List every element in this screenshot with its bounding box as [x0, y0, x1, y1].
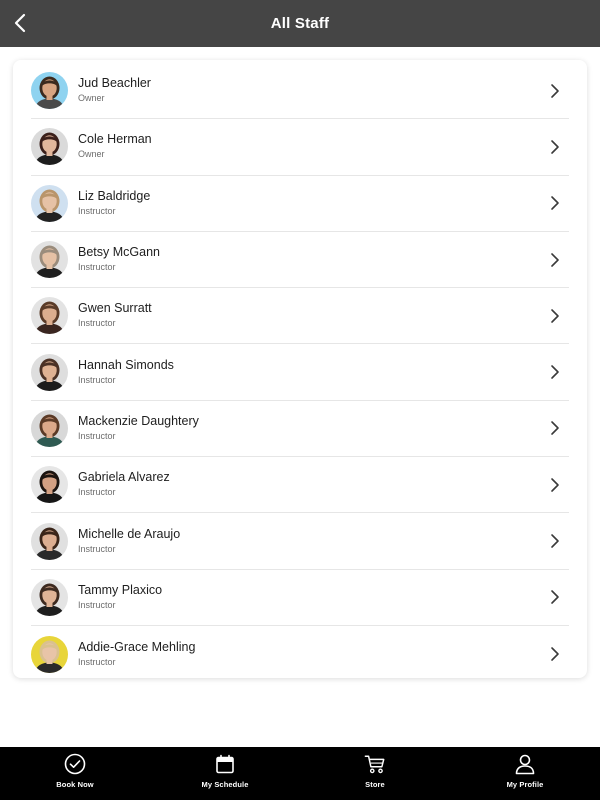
chevron-right-icon: [551, 140, 559, 154]
staff-name: Hannah Simonds: [78, 357, 174, 372]
staff-info: Addie-Grace Mehling Instructor: [78, 640, 195, 669]
staff-row[interactable]: Cole Herman Owner: [31, 119, 569, 176]
tab-label: Book Now: [56, 780, 94, 789]
staff-row[interactable]: Jud Beachler Owner: [31, 63, 569, 120]
staff-info: Jud Beachler Owner: [78, 76, 151, 105]
chevron-right-icon: [551, 534, 559, 548]
staff-role: Instructor: [78, 543, 116, 554]
avatar: [31, 184, 68, 222]
staff-role: Instructor: [78, 656, 116, 667]
avatar: [31, 409, 68, 447]
staff-row[interactable]: Mackenzie Daughtery Instructor: [31, 401, 569, 458]
tab-label: My Profile: [506, 780, 544, 789]
staff-name: Liz Baldridge: [78, 188, 151, 203]
staff-name: Gwen Surratt: [78, 301, 152, 316]
avatar-photo: [31, 184, 68, 222]
staff-role: Owner: [78, 149, 105, 160]
avatar-photo: [31, 466, 68, 504]
page-title: All Staff: [270, 15, 330, 32]
staff-info: Tammy Plaxico Instructor: [78, 583, 162, 612]
avatar: [31, 635, 68, 673]
staff-role: Instructor: [78, 487, 116, 498]
staff-role: Instructor: [78, 262, 116, 273]
staff-info: Gwen Surratt Instructor: [78, 301, 152, 330]
tab-book-now[interactable]: Book Now: [0, 747, 150, 800]
avatar-photo: [31, 409, 68, 447]
chevron-right-icon: [551, 365, 559, 379]
staff-name: Cole Herman: [78, 132, 152, 147]
staff-row[interactable]: Hannah Simonds Instructor: [31, 344, 569, 401]
avatar-photo: [31, 635, 68, 673]
staff-role: Instructor: [78, 430, 116, 441]
staff-name: Addie-Grace Mehling: [78, 639, 196, 654]
avatar: [31, 72, 68, 110]
staff-role: Owner: [78, 93, 105, 104]
calendar-icon: [216, 754, 234, 774]
check-circle-icon: [64, 753, 86, 775]
staff-info: Cole Herman Owner: [78, 132, 152, 161]
chevron-left-icon: [14, 13, 26, 33]
avatar-photo: [31, 578, 68, 616]
avatar: [31, 353, 68, 391]
avatar-photo: [31, 128, 68, 166]
cart-icon: [364, 755, 385, 774]
back-button[interactable]: [6, 9, 34, 37]
staff-info: Gabriela Alvarez Instructor: [78, 470, 170, 499]
tab-label: Store: [365, 780, 385, 789]
bottom-tab-bar: Book Now My Schedule Store My Profile: [0, 747, 600, 800]
staff-info: Betsy McGann Instructor: [78, 245, 160, 274]
tab-my-schedule[interactable]: My Schedule: [150, 747, 300, 800]
staff-name: Jud Beachler: [78, 76, 151, 91]
staff-name: Betsy McGann: [78, 245, 160, 260]
avatar: [31, 128, 68, 166]
chevron-right-icon: [551, 477, 559, 492]
content-area: Jud Beachler Owner Cole Herman Owner Liz Bal…: [0, 47, 600, 747]
avatar-photo: [31, 522, 68, 560]
chevron-right-icon: [551, 309, 559, 323]
avatar: [31, 297, 68, 335]
staff-info: Michelle de Araujo Instructor: [78, 527, 180, 556]
tab-store[interactable]: Store: [300, 747, 450, 800]
staff-name: Gabriela Alvarez: [78, 470, 170, 485]
staff-info: Mackenzie Daughtery Instructor: [78, 414, 199, 443]
avatar-photo: [31, 297, 68, 335]
staff-role: Instructor: [78, 318, 116, 329]
staff-role: Instructor: [78, 205, 116, 216]
staff-info: Hannah Simonds Instructor: [78, 358, 174, 387]
avatar: [31, 522, 68, 560]
staff-list: Jud Beachler Owner Cole Herman Owner Liz Bal…: [13, 60, 587, 678]
tab-label: My Schedule: [201, 780, 249, 789]
staff-role: Instructor: [78, 374, 116, 385]
chevron-right-icon: [551, 590, 559, 605]
staff-name: Tammy Plaxico: [78, 582, 163, 597]
staff-row[interactable]: Gwen Surratt Instructor: [31, 288, 569, 345]
tab-my-profile[interactable]: My Profile: [450, 747, 600, 800]
staff-row[interactable]: Betsy McGann Instructor: [31, 232, 569, 289]
chevron-right-icon: [551, 421, 559, 436]
chevron-right-icon: [551, 252, 559, 267]
staff-row[interactable]: Addie-Grace Mehling Instructor: [31, 626, 569, 682]
avatar-photo: [31, 241, 68, 279]
staff-info: Liz Baldridge Instructor: [78, 189, 150, 218]
staff-role: Instructor: [78, 599, 116, 610]
chevron-right-icon: [551, 647, 559, 661]
chevron-right-icon: [551, 196, 559, 211]
staff-row[interactable]: Gabriela Alvarez Instructor: [31, 457, 569, 514]
avatar: [31, 578, 68, 616]
staff-row[interactable]: Michelle de Araujo Instructor: [31, 513, 569, 570]
top-app-bar: All Staff: [0, 0, 600, 47]
avatar: [31, 241, 68, 279]
person-icon: [515, 754, 535, 775]
staff-row[interactable]: Tammy Plaxico Instructor: [31, 570, 569, 626]
staff-name: Michelle de Araujo: [78, 526, 181, 541]
avatar: [31, 466, 68, 504]
avatar-photo: [31, 72, 68, 110]
staff-row[interactable]: Liz Baldridge Instructor: [31, 176, 569, 232]
avatar-photo: [31, 353, 68, 391]
staff-name: Mackenzie Daughtery: [78, 413, 199, 428]
chevron-right-icon: [551, 83, 559, 98]
